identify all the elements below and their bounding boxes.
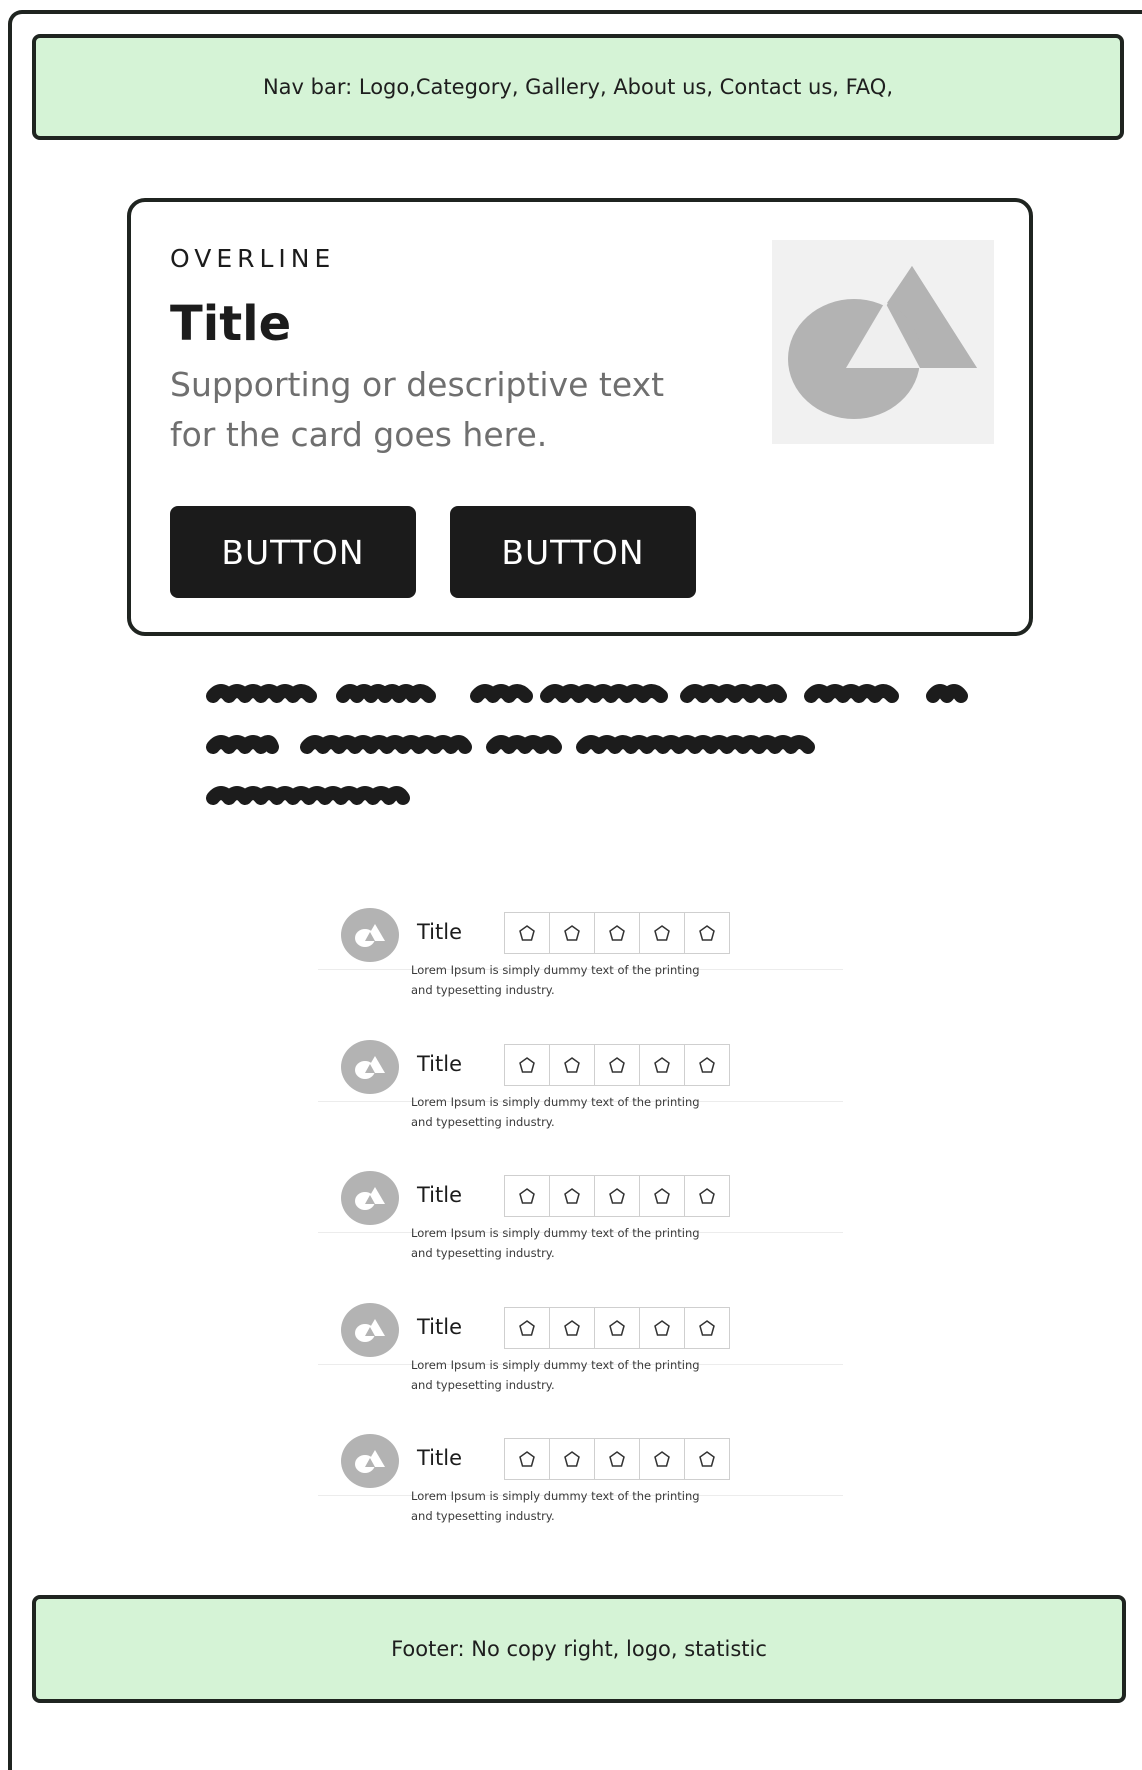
pentagon-icon[interactable] xyxy=(505,913,550,953)
pentagon-icon[interactable] xyxy=(550,1176,595,1216)
list-item[interactable]: Title Lorem Ipsum is simply dummy text o… xyxy=(318,1426,843,1558)
pentagon-icon[interactable] xyxy=(505,1176,550,1216)
avatar xyxy=(341,1171,399,1225)
list-item-title: Title xyxy=(417,1446,463,1470)
footer-label: Footer: No copy right, logo, statistic xyxy=(391,1637,767,1661)
list-item-title: Title xyxy=(417,1314,463,1339)
pentagon-icon[interactable] xyxy=(595,1176,640,1216)
pentagon-icon[interactable] xyxy=(640,1044,685,1085)
pentagon-icon[interactable] xyxy=(685,1439,729,1479)
pentagon-icon[interactable] xyxy=(595,1439,640,1479)
card-overline: OVERLINE xyxy=(170,244,336,273)
nav-bar-label: Nav bar: Logo,Category, Gallery, About u… xyxy=(262,75,894,99)
shapes-placeholder-icon xyxy=(788,266,977,419)
shapes-icon xyxy=(355,1055,385,1079)
card-title: Title xyxy=(170,296,292,352)
card-description: Supporting or descriptive text for the c… xyxy=(170,365,665,454)
pentagon-icon[interactable] xyxy=(685,1176,729,1216)
pentagon-icon[interactable] xyxy=(685,913,729,953)
hero-card: OVERLINE Title Supporting or descriptive… xyxy=(127,198,1033,636)
list-item-title: Title xyxy=(417,1051,463,1076)
pentagon-icon[interactable] xyxy=(685,1308,729,1348)
list-item-title: Title xyxy=(417,1183,463,1207)
list-item[interactable]: Title Lorem Ipsum is simply dummy text o… xyxy=(318,900,843,1032)
avatar xyxy=(341,908,399,962)
pentagon-icon[interactable] xyxy=(550,1307,595,1348)
rating-icons[interactable] xyxy=(504,1438,730,1480)
redacted-text-scribble xyxy=(206,684,968,805)
pentagon-icon[interactable] xyxy=(640,1439,685,1479)
pentagon-icon[interactable] xyxy=(595,1044,640,1085)
card-button-secondary[interactable]: BUTTON xyxy=(450,506,696,598)
avatar xyxy=(341,1039,399,1094)
rating-icons[interactable] xyxy=(504,1043,730,1086)
pentagon-icon[interactable] xyxy=(505,1307,550,1348)
item-list: Title Lorem Ipsum is simply dummy text o… xyxy=(318,900,843,1558)
pentagon-icon[interactable] xyxy=(505,1044,550,1085)
pentagon-icon[interactable] xyxy=(550,913,595,953)
avatar xyxy=(341,1302,399,1357)
rating-icons[interactable] xyxy=(504,912,730,954)
list-item-description: Lorem Ipsum is simply dummy text of the … xyxy=(411,963,700,997)
pentagon-icon[interactable] xyxy=(505,1439,550,1479)
pentagon-icon[interactable] xyxy=(640,1176,685,1216)
list-item[interactable]: Title Lorem Ipsum is simply dummy text o… xyxy=(318,1295,843,1427)
card-media-placeholder xyxy=(772,240,994,444)
pentagon-icon[interactable] xyxy=(685,1045,729,1085)
card-button-primary[interactable]: BUTTON xyxy=(170,506,416,598)
rating-icons[interactable] xyxy=(504,1306,730,1349)
pentagon-icon[interactable] xyxy=(550,1044,595,1085)
nav-bar[interactable]: Nav bar: Logo,Category, Gallery, About u… xyxy=(32,34,1124,140)
list-item-title: Title xyxy=(417,920,463,944)
footer: Footer: No copy right, logo, statistic xyxy=(32,1595,1126,1703)
shapes-icon xyxy=(355,924,385,947)
shapes-icon xyxy=(355,1187,385,1210)
pentagon-icon[interactable] xyxy=(640,1307,685,1348)
shapes-icon xyxy=(355,1318,385,1342)
avatar xyxy=(341,1434,399,1488)
list-item-description: Lorem Ipsum is simply dummy text of the … xyxy=(411,1226,700,1260)
list-item-description: Lorem Ipsum is simply dummy text of the … xyxy=(411,1489,700,1523)
pentagon-icon[interactable] xyxy=(640,913,685,953)
pentagon-icon[interactable] xyxy=(595,913,640,953)
list-item[interactable]: Title Lorem Ipsum is simply dummy text o… xyxy=(318,1032,843,1164)
shapes-icon xyxy=(355,1450,385,1473)
list-item[interactable]: Title Lorem Ipsum is simply dummy text o… xyxy=(318,1163,843,1295)
pentagon-icon[interactable] xyxy=(550,1439,595,1479)
pentagon-icon[interactable] xyxy=(595,1307,640,1348)
list-item-description: Lorem Ipsum is simply dummy text of the … xyxy=(411,1357,700,1392)
rating-icons[interactable] xyxy=(504,1175,730,1217)
list-item-description: Lorem Ipsum is simply dummy text of the … xyxy=(411,1094,700,1129)
